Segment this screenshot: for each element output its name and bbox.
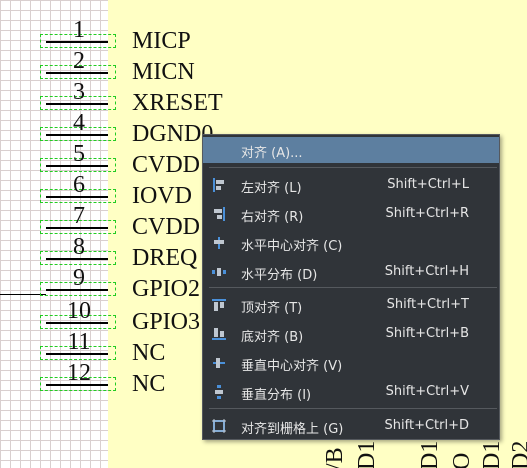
align-left-icon — [213, 178, 224, 192]
align-to-grid-icon — [212, 419, 226, 433]
align-vertical-center-icon — [213, 358, 225, 368]
menu-item-label: 顶对齐 (T) — [241, 301, 303, 316]
menu-item-shortcut: Shift+Ctrl+V — [385, 384, 469, 399]
pin-number: 2 — [73, 48, 85, 74]
menu-item-align-bottom[interactable]: 底对齐 (B) Shift+Ctrl+B — [203, 321, 499, 347]
menu-item-distribute-horizontal[interactable]: 水平分布 (D) Shift+Ctrl+H — [203, 259, 499, 285]
pin-name: NC — [132, 340, 166, 366]
pin-number: 8 — [73, 234, 85, 260]
menu-item-label: 垂直中心对齐 (V) — [241, 359, 343, 374]
bottom-pin-label: D1 — [354, 440, 380, 468]
pin-number: 1 — [73, 17, 85, 43]
distribute-horizontal-icon — [212, 268, 226, 276]
align-right-icon — [214, 207, 225, 221]
menu-item-align-vertical-center[interactable]: 垂直中心对齐 (V) — [203, 350, 499, 376]
pin-name: GPIO2 — [132, 276, 201, 302]
menu-item-distribute-vertical[interactable]: 垂直分布 (I) Shift+Ctrl+V — [203, 379, 499, 405]
pin-name: MICP — [132, 28, 191, 54]
pin-number: 12 — [67, 360, 91, 386]
menu-item-label: 水平分布 (D) — [241, 268, 318, 283]
align-top-icon — [212, 299, 226, 311]
pin-number: 5 — [73, 141, 85, 167]
pin-name: GPIO3 — [132, 309, 201, 335]
menu-item-label: 左对齐 (L) — [241, 181, 302, 196]
bottom-pin-label: O — [449, 452, 475, 468]
menu-item-align-left[interactable]: 左对齐 (L) Shift+Ctrl+L — [203, 172, 499, 198]
menu-separator — [209, 167, 497, 168]
pin-number: 6 — [73, 172, 85, 198]
menu-item-label: 垂直分布 (I) — [241, 388, 312, 403]
menu-item-label: 底对齐 (B) — [241, 330, 304, 345]
pin-number: 3 — [73, 79, 85, 105]
pin-name: IOVD — [132, 183, 192, 209]
menu-item-label: 水平中心对齐 (C) — [241, 239, 343, 254]
menu-item-align-right[interactable]: 右对齐 (R) Shift+Ctrl+R — [203, 201, 499, 227]
align-bottom-icon — [212, 328, 226, 340]
menu-item-label: 对齐到栅格上 (G) — [241, 422, 344, 437]
menu-item-shortcut: Shift+Ctrl+T — [386, 297, 469, 312]
bottom-pin-label: D1 — [479, 440, 505, 468]
pin-name: XRESET — [132, 90, 223, 116]
menu-item-shortcut: Shift+Ctrl+R — [385, 206, 470, 221]
menu-item-shortcut: Shift+Ctrl+H — [384, 264, 469, 279]
pin-name: MICN — [132, 59, 195, 85]
menu-item-align-to-grid[interactable]: 对齐到栅格上 (G) Shift+Ctrl+D — [203, 413, 499, 439]
pin-name: DREQ — [132, 245, 198, 271]
menu-item-label: 对齐 (A)... — [241, 146, 303, 161]
menu-item-shortcut: Shift+Ctrl+D — [384, 418, 469, 433]
pin-number: 10 — [67, 298, 91, 324]
menu-item-align-horizontal-center[interactable]: 水平中心对齐 (C) — [203, 230, 499, 256]
distribute-vertical-icon — [215, 385, 223, 399]
menu-separator — [209, 408, 497, 409]
bottom-pin-label: D2 — [508, 440, 527, 468]
bottom-pin-label: /B — [322, 447, 348, 468]
pin-name: CVDD — [132, 152, 201, 178]
align-context-menu: 对齐 (A)... 左对齐 (L) Shift+Ctrl+L 右对齐 (R) S… — [202, 134, 500, 440]
menu-item-label: 右对齐 (R) — [241, 210, 304, 225]
menu-item-align-top[interactable]: 顶对齐 (T) Shift+Ctrl+T — [203, 292, 499, 318]
menu-item-shortcut: Shift+Ctrl+B — [385, 326, 469, 341]
pin-number: 7 — [73, 203, 85, 229]
pin-name: CVDD — [132, 214, 201, 240]
pin-number: 11 — [67, 329, 91, 355]
menu-item-align[interactable]: 对齐 (A)... — [203, 137, 499, 163]
menu-item-shortcut: Shift+Ctrl+L — [387, 177, 469, 192]
pin-name: NC — [132, 371, 166, 397]
bottom-pin-label: D1 — [417, 440, 443, 468]
pin-number: 4 — [73, 110, 85, 136]
align-horizontal-center-icon — [214, 237, 224, 249]
pin-number: 9 — [73, 265, 85, 291]
menu-separator — [209, 287, 497, 288]
